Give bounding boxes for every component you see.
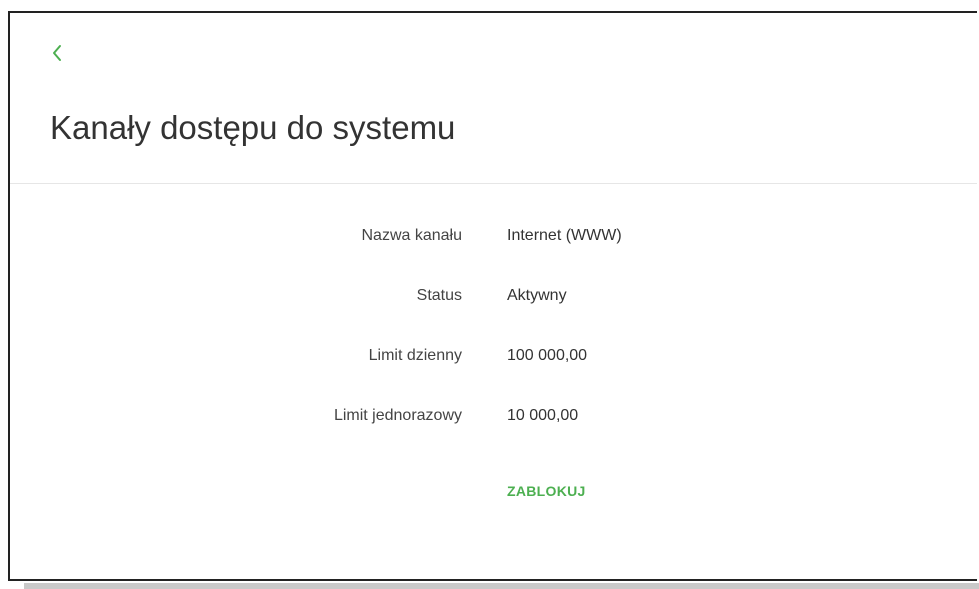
content-panel: Kanały dostępu do systemu Nazwa kanału I…	[8, 11, 977, 581]
channel-details: Nazwa kanału Internet (WWW) Status Aktyw…	[10, 227, 977, 467]
status-value: Aktywny	[507, 287, 567, 304]
panel-shadow	[24, 583, 979, 589]
detail-row-status: Status Aktywny	[10, 287, 977, 347]
page-title: Kanały dostępu do systemu	[50, 109, 456, 146]
page-header: Kanały dostępu do systemu	[10, 13, 977, 184]
status-label: Status	[416, 287, 462, 304]
back-button[interactable]	[50, 43, 74, 73]
detail-row-daily-limit: Limit dzienny 100 000,00	[10, 347, 977, 407]
chevron-left-icon	[50, 43, 74, 63]
page: Kanały dostępu do systemu Nazwa kanału I…	[0, 0, 979, 589]
detail-row-single-limit: Limit jednorazowy 10 000,00	[10, 407, 977, 467]
single-limit-value: 10 000,00	[507, 407, 579, 424]
block-button[interactable]: ZABLOKUJ	[507, 483, 586, 499]
daily-limit-value: 100 000,00	[507, 347, 588, 364]
detail-row-channel-name: Nazwa kanału Internet (WWW)	[10, 227, 977, 287]
daily-limit-label: Limit dzienny	[368, 347, 462, 364]
single-limit-label: Limit jednorazowy	[333, 407, 462, 424]
channel-name-value: Internet (WWW)	[507, 227, 622, 244]
channel-name-label: Nazwa kanału	[361, 227, 463, 244]
